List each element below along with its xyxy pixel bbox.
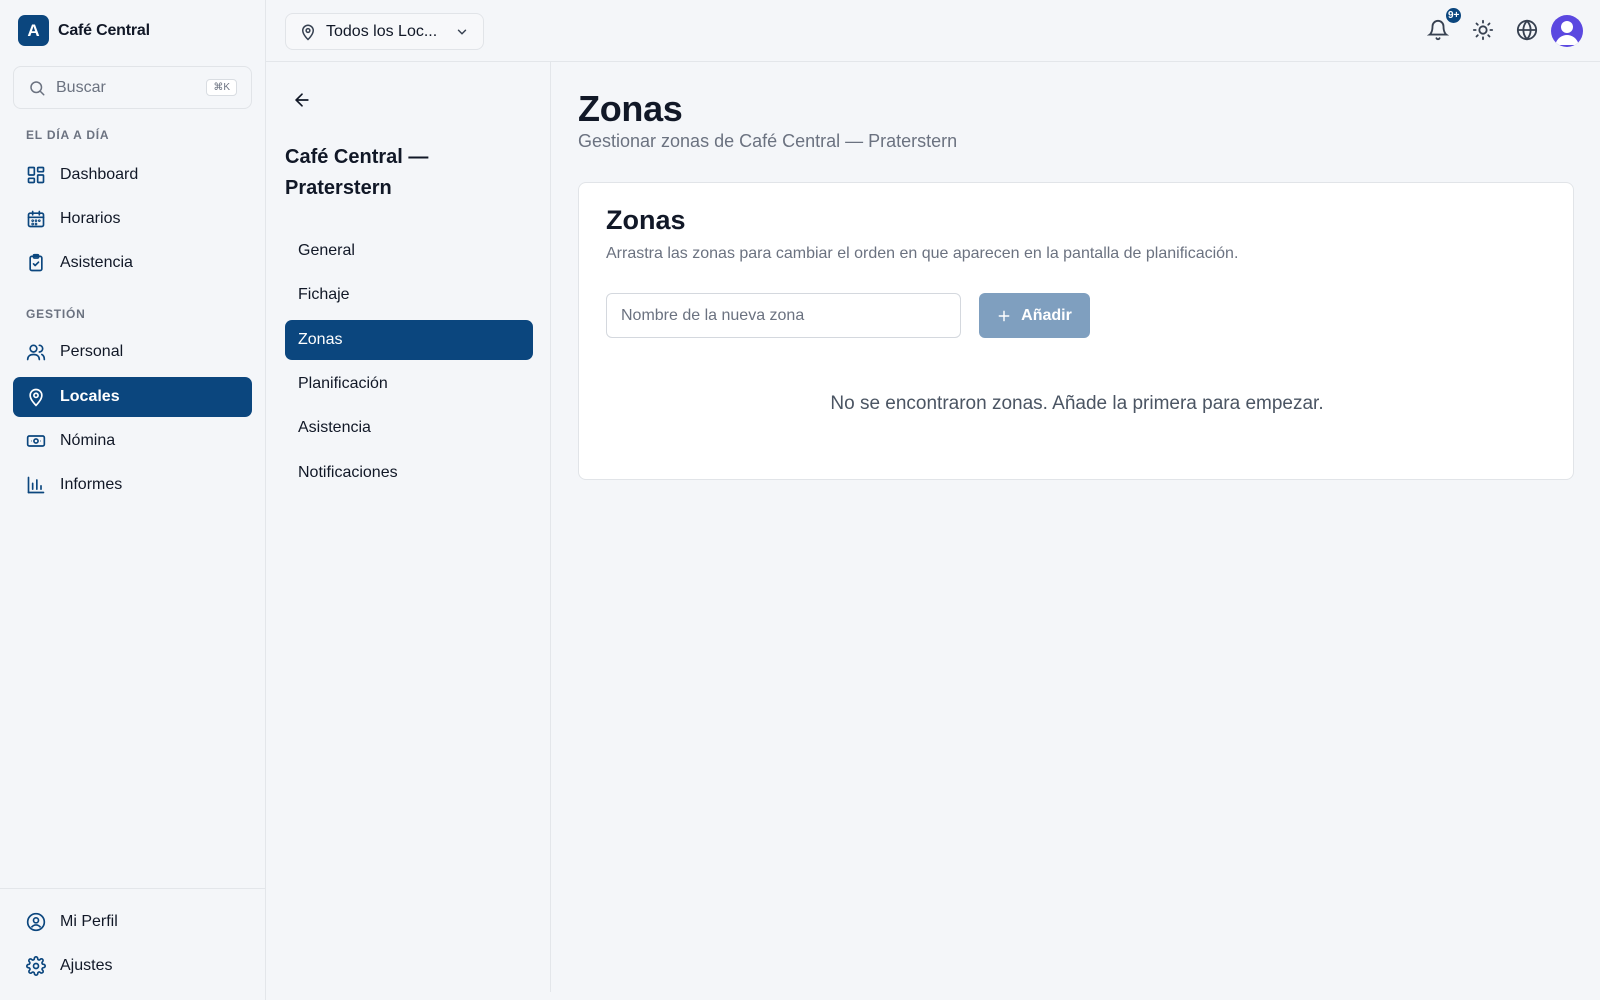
chevron-down-icon	[455, 25, 469, 39]
sidebar-item-label: Ajustes	[60, 957, 113, 974]
sidebar-divider	[0, 888, 266, 889]
search-placeholder: Buscar	[56, 78, 106, 96]
page-title: Zonas	[578, 88, 683, 129]
add-zone-button[interactable]: Añadir	[979, 293, 1090, 338]
settings-icon	[26, 956, 46, 976]
new-zone-input[interactable]	[606, 293, 961, 338]
brand-name: Café Central	[58, 21, 150, 39]
globe-icon[interactable]	[1516, 19, 1538, 41]
empty-state-message: No se encontraron zonas. Añade la primer…	[830, 393, 1324, 414]
subnav-item-zonas[interactable]: Zonas	[285, 320, 533, 360]
top-bar: Todos los Loc...	[266, 0, 1600, 62]
add-zone-label: Añadir	[1021, 306, 1072, 324]
location-settings-nav: Café Central — Praterstern General Ficha…	[266, 62, 551, 992]
search-shortcut: ⌘K	[206, 79, 237, 96]
subnav-item-general[interactable]: General	[285, 231, 533, 271]
subnav-item-notificaciones[interactable]: Notificaciones	[285, 453, 533, 493]
sidebar-item-label: Mi Perfil	[60, 913, 118, 930]
section-label-management: GESTIÓN	[26, 307, 86, 321]
location-select-value: Todos los Loc...	[326, 22, 438, 40]
sidebar-item-dashboard[interactable]: Dashboard	[13, 155, 252, 195]
subnav-item-planificacion[interactable]: Planificación	[285, 364, 533, 404]
arrow-left-icon[interactable]	[292, 90, 314, 112]
page-subtitle: Gestionar zonas de Café Central — Prater…	[578, 131, 958, 151]
sidebar-item-label: Dashboard	[60, 166, 139, 183]
section-label-daily: EL DÍA A DÍA	[26, 128, 110, 142]
bar-chart-icon	[26, 475, 46, 495]
plus-icon	[997, 309, 1011, 323]
subnav-item-label: General	[298, 242, 355, 259]
zones-card: Zonas Arrastra las zonas para cambiar el…	[578, 182, 1574, 480]
search-box[interactable]: Buscar ⌘K	[13, 66, 252, 109]
search-icon	[30, 80, 45, 95]
calendar-icon	[26, 209, 46, 229]
card-title: Zonas	[606, 205, 686, 235]
card-description: Arrastra las zonas para cambiar el orden…	[606, 245, 1239, 262]
sidebar-item-label: Locales	[60, 388, 120, 405]
subnav-item-label: Notificaciones	[298, 464, 398, 481]
sidebar-item-asistencia[interactable]: Asistencia	[13, 243, 252, 283]
sidebar-item-informes[interactable]: Informes	[13, 465, 252, 505]
user-avatar-icon	[1555, 21, 1579, 45]
user-circle-icon	[26, 912, 46, 932]
clipboard-check-icon	[26, 253, 46, 273]
location-title: Café Central — Praterstern	[285, 146, 429, 199]
location-select[interactable]: Todos los Loc...	[285, 13, 484, 50]
subnav-item-asistencia[interactable]: Asistencia	[285, 408, 533, 448]
sidebar-item-ajustes[interactable]: Ajustes	[13, 946, 252, 986]
bell-icon[interactable]	[1427, 19, 1449, 41]
sidebar-item-label: Asistencia	[60, 254, 133, 271]
map-pin-icon	[299, 23, 317, 41]
brand-logo: A	[18, 15, 49, 46]
avatar[interactable]	[1551, 15, 1583, 47]
sidebar-item-label: Informes	[60, 476, 123, 493]
map-pin-icon	[26, 387, 46, 407]
dashboard-icon	[26, 165, 46, 185]
subnav-item-label: Fichaje	[298, 286, 350, 303]
sidebar-item-label: Nómina	[60, 432, 116, 449]
banknote-icon	[26, 431, 46, 451]
users-icon	[26, 342, 46, 362]
sun-icon[interactable]	[1472, 19, 1494, 41]
subnav-item-label: Planificación	[298, 375, 388, 392]
subnav-item-label: Zonas	[298, 331, 343, 348]
subnav-item-label: Asistencia	[298, 419, 371, 436]
sidebar-item-nomina[interactable]: Nómina	[13, 421, 252, 461]
subnav-item-fichaje[interactable]: Fichaje	[285, 275, 533, 315]
brand[interactable]: A Café Central	[18, 15, 150, 46]
sidebar: A Café Central Buscar ⌘K EL DÍA A DÍA Da…	[0, 0, 266, 1000]
sidebar-item-horarios[interactable]: Horarios	[13, 199, 252, 239]
sidebar-item-label: Personal	[60, 343, 124, 360]
sidebar-item-locales[interactable]: Locales	[13, 377, 252, 417]
sidebar-item-personal[interactable]: Personal	[13, 332, 252, 372]
sidebar-item-label: Horarios	[60, 210, 121, 227]
sidebar-item-mi-perfil[interactable]: Mi Perfil	[13, 902, 252, 942]
